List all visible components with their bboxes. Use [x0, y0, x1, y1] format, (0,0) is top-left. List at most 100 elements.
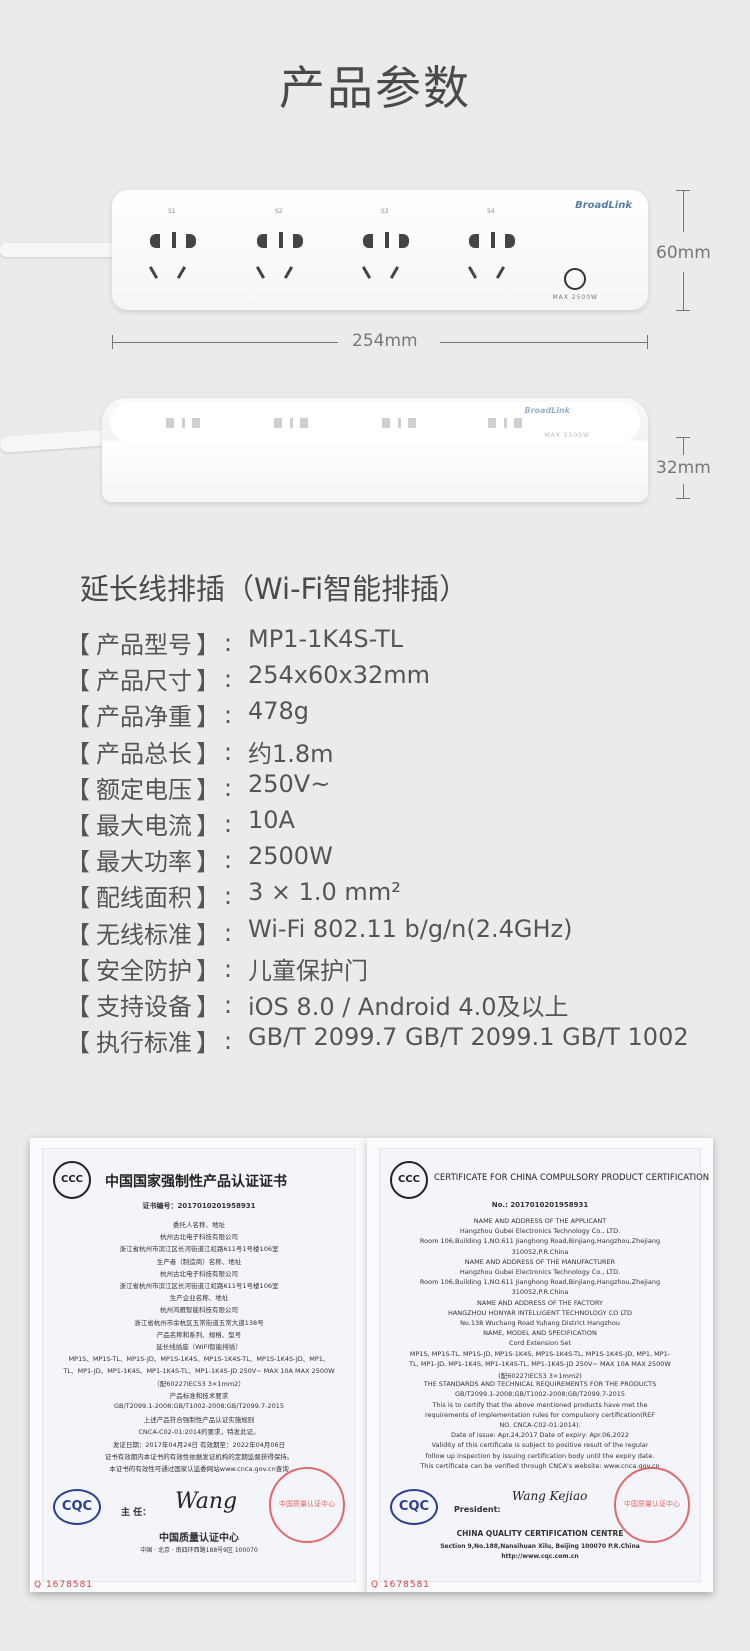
spec-row: 【产品净重】:478g	[66, 697, 706, 733]
certificate-english: CCC CERTIFICATE FOR CHINA COMPULSORY PRO…	[367, 1138, 713, 1592]
spec-name: 产品尺寸	[96, 667, 192, 696]
certificate-line: THE STANDARDS AND TECHNICAL REQUIREMENTS…	[423, 1380, 657, 1389]
bracket-right: 】	[196, 739, 220, 768]
spec-title: 延长线排插（Wi-Fi智能排插）	[80, 572, 469, 606]
certificate-line: 浙江省杭州市滨江区长河街道江虹路611号1号楼106室	[119, 1282, 279, 1290]
certificate-line: MP1S、MP1S-TL、MP1S-JD、MP1S-1K4S、MP1S-1K4S…	[68, 1355, 330, 1364]
certificate-line: GB/T2099.1-2008;GB/T1002-2008;GB/T2099.7…	[113, 1402, 285, 1410]
certificate-line: 产品标准和技术要求	[169, 1391, 229, 1400]
bracket-left: 【	[66, 811, 90, 840]
spec-value: iOS 8.0 / Android 4.0及以上	[248, 992, 569, 1021]
spec-value: MP1-1K4S-TL	[248, 625, 404, 653]
bracket-right: 】	[196, 811, 220, 840]
bracket-right: 】	[196, 956, 220, 985]
dim-line	[440, 342, 648, 343]
spec-row: 【产品总长】: 约1.8m	[66, 734, 706, 770]
spec-colon: :	[224, 665, 233, 694]
certificate-line: 上述产品符合强制性产品认证实施规则	[143, 1416, 255, 1425]
certificate-line: 生产企业名称、地址	[169, 1294, 229, 1303]
bracket-right: 】	[196, 884, 220, 913]
president-signature: Wang Kejiao	[512, 1489, 588, 1503]
issuer-address: 中国 · 北京 · 南四环西路188号9区 100070	[140, 1547, 258, 1554]
socket-label: S1	[168, 208, 176, 215]
certificate-line: requirements of implementation rules for…	[425, 1410, 655, 1419]
spec-colon: :	[224, 990, 233, 1019]
spec-list: 【产品型号】: MP1-1K4S-TL 【产品尺寸】:254x60x32mm 【产品净…	[66, 625, 706, 1059]
dim-depth-label: 32mm	[656, 458, 711, 478]
director-label: 主 任：	[121, 1508, 152, 1518]
certificate-line: 杭州鸿雁智能科技有限公司	[160, 1306, 238, 1315]
spec-row: 【产品型号】: MP1-1K4S-TL	[66, 625, 706, 661]
certificate-line: 延长线插座（WIFI智能排插）	[156, 1343, 242, 1351]
spec-row: 【无线标准】: Wi-Fi 802.11 b/g/n(2.4GHz)	[66, 915, 706, 951]
spec-name: 最大电流	[96, 811, 192, 840]
spec-row: 【额定电压】:250V~	[66, 770, 706, 806]
red-seal: 中国质量认证中心	[614, 1467, 690, 1543]
bracket-right: 】	[196, 1029, 220, 1058]
spec-value: 254x60x32mm	[248, 661, 431, 690]
bracket-left: 【	[66, 848, 90, 877]
ccc-logo-icon: CCC	[53, 1161, 91, 1199]
spec-value: 约1.8m	[248, 739, 334, 768]
spec-colon: :	[224, 737, 233, 766]
certificate-number: 证书编号：2017010201958931	[142, 1202, 256, 1210]
spec-name: 配线面积	[96, 884, 192, 913]
certificate-line: 杭州古北电子科技有限公司	[160, 1233, 238, 1242]
bracket-left: 【	[66, 739, 90, 768]
certificate-line: Validity of this certificate is subject …	[431, 1441, 649, 1450]
certificate-line: 产品名称和系列、规格、型号	[156, 1330, 242, 1339]
spec-row: 【安全防护】: 儿童保护门	[66, 951, 706, 987]
spec-value: GB/T 2099.7 GB/T 2099.1 GB/T 1002	[248, 1023, 689, 1052]
certificate-line: NAME AND ADDRESS OF THE FACTORY	[477, 1298, 603, 1307]
certificate-title: CERTIFICATE FOR CHINA COMPULSORY PRODUCT…	[434, 1173, 710, 1183]
spec-colon: :	[224, 701, 233, 730]
socket-1: S1	[130, 208, 220, 288]
certificate-line: 证书有效期内本证书的有效性依据发证机构的定期监督获得保持。	[104, 1452, 294, 1461]
spec-colon: :	[224, 629, 233, 657]
max-power-label: MAX 2500W	[544, 432, 590, 439]
certificate-line: NAME AND ADDRESS OF THE APPLICANT	[473, 1217, 607, 1225]
certificate-line: Room 106,Building 1,NO.611 Jianghong Roa…	[419, 1278, 661, 1287]
spec-row: 【支持设备】: iOS 8.0 / Android 4.0及以上	[66, 987, 706, 1023]
spec-name: 安全防护	[96, 956, 192, 985]
bracket-right: 】	[196, 703, 220, 732]
bracket-left: 【	[66, 703, 90, 732]
socket-4: S4	[449, 208, 539, 288]
bracket-left: 【	[66, 920, 90, 949]
spec-name: 产品总长	[96, 739, 192, 768]
spec-colon: :	[224, 809, 233, 838]
certificate-line: 浙江省杭州市滨江区长河街道江虹路611号1号楼106室	[119, 1245, 279, 1254]
certificate-serial: Q 1678581	[34, 1580, 94, 1590]
socket-label: S2	[275, 208, 283, 215]
bracket-left: 【	[66, 775, 90, 804]
brand-logo: BroadLink	[575, 200, 632, 211]
bracket-right: 】	[196, 775, 220, 804]
certificate-line: NO. CNCA-C02-01:2014).	[499, 1421, 581, 1429]
socket-3: S3	[343, 208, 433, 288]
dim-line	[112, 342, 338, 343]
spec-name: 支持设备	[96, 992, 192, 1021]
power-strip-top-view: S1 S2 S3 S4 BroadLink MAX 2500W	[112, 190, 648, 310]
spec-name: 无线标准	[96, 920, 192, 949]
dim-line	[683, 437, 684, 455]
certificate-serial: Q 1678581	[371, 1580, 431, 1590]
spec-value: Wi-Fi 802.11 b/g/n(2.4GHz)	[248, 914, 573, 943]
power-strip-side-view: BroadLink MAX 2500W	[102, 398, 648, 502]
bracket-right: 】	[196, 848, 220, 877]
spec-row: 【配线面积】:3 × 1.0 mm²	[66, 878, 706, 914]
spec-colon: :	[224, 918, 233, 947]
certificate-line: NAME AND ADDRESS OF THE MANUFACTURER	[464, 1257, 616, 1266]
certificate-line: This is to certify that the above mentio…	[432, 1400, 648, 1409]
certificate-chinese: CCC 中国国家强制性产品认证证书 证书编号：2017010201958931 …	[30, 1138, 368, 1592]
bracket-left: 【	[66, 884, 90, 913]
certificate-line: Room 106,Building 1,NO.611 Jianghong Roa…	[419, 1237, 661, 1246]
dim-line	[683, 484, 684, 498]
bracket-right: 】	[196, 667, 220, 696]
spec-row: 【最大电流】:10A	[66, 806, 706, 842]
socket-2: S2	[237, 208, 327, 288]
certificate-line: 发证日期：2017年04月24日 有效期至：2022年04月06日	[112, 1440, 286, 1449]
brand-logo: BroadLink	[524, 406, 570, 415]
certificate-line: 310052,P.R.China	[511, 1288, 569, 1297]
certificate-line: 浙江省杭州市余杭区五常街道五常大道138号	[134, 1318, 264, 1327]
certificate-line: follow up inspection by issuing certific…	[425, 1451, 655, 1460]
